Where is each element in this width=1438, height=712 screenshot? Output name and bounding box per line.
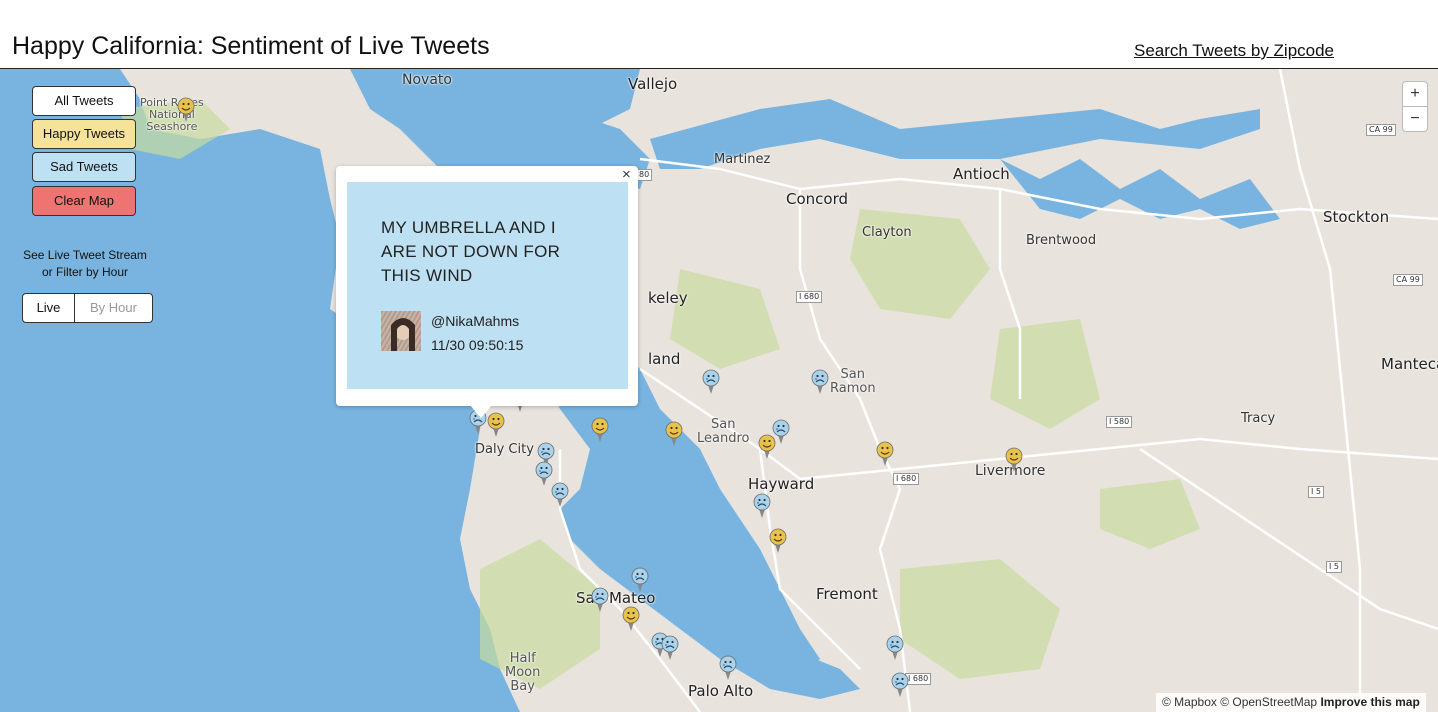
happy-face-marker-icon[interactable] [622,606,640,632]
place-hayward: Hayward [748,475,815,493]
park-area-4 [900,559,1060,679]
tweet-handle: @NikaMahms [431,313,520,329]
happy-face-marker-icon[interactable] [1005,447,1023,473]
place-brentwood: Brentwood [1026,233,1097,248]
place-berkeley: keley [648,289,688,307]
happy-tweets-button[interactable]: Happy Tweets [32,119,136,149]
road-shield-i5: I 5 [1308,486,1324,498]
sad-face-marker-icon[interactable] [811,369,829,395]
place-martinez: Martinez [714,152,771,167]
sad-face-marker-icon[interactable] [551,482,569,508]
road-shield-i680: I 680 [893,473,920,485]
attribution-text: © Mapbox © OpenStreetMap [1162,695,1318,709]
sad-face-marker-icon[interactable] [702,369,720,395]
place-daly-city: Daly City [475,442,534,457]
park-area-2 [670,269,780,369]
search-zipcode-link[interactable]: Search Tweets by Zipcode [1134,41,1334,61]
map-attribution: © Mapbox © OpenStreetMap Improve this ma… [1156,693,1426,712]
sad-face-marker-icon[interactable] [891,672,909,698]
sad-face-marker-icon[interactable] [753,493,771,519]
all-tweets-button[interactable]: All Tweets [32,86,136,116]
sad-face-marker-icon[interactable] [631,567,649,593]
improve-map-link[interactable]: Improve this map [1320,695,1419,709]
sad-face-marker-icon[interactable] [772,419,790,445]
user-avatar [381,311,421,351]
place-novato: Novato [402,72,452,88]
page-header: Happy California: Sentiment of Live Twee… [0,0,1438,69]
zoom-in-button[interactable]: + [1402,81,1428,107]
place-concord: Concord [786,190,849,208]
zoom-out-button[interactable]: − [1402,106,1428,132]
by-hour-toggle-button[interactable]: By Hour [74,293,153,323]
sad-tweets-button[interactable]: Sad Tweets [32,152,136,182]
happy-face-marker-icon[interactable] [665,421,683,447]
page-title: Happy California: Sentiment of Live Twee… [12,32,490,60]
road-shield-i680: I 680 [796,291,823,303]
place-manteca: Manteca [1381,355,1438,373]
place-clayton: Clayton [862,225,912,240]
stream-filter-label: See Live Tweet Stream or Filter by Hour [23,248,147,279]
road-shield-ca99: CA 99 [1393,274,1423,286]
sad-face-marker-icon[interactable] [591,587,609,613]
clear-map-button[interactable]: Clear Map [32,186,136,216]
tweet-timestamp: 11/30 09:50:15 [431,337,524,353]
place-san-leandro: San Leandro [697,417,750,446]
tweet-text: MY UMBRELLA AND I ARE NOT DOWN FOR THIS … [381,218,561,285]
place-palo-alto: Palo Alto [688,682,754,700]
happy-face-marker-icon[interactable] [177,97,195,123]
popup-close-icon[interactable]: × [622,166,631,184]
sad-face-marker-icon[interactable] [719,655,737,681]
road-shield-ca99: CA 99 [1366,124,1396,136]
sad-face-marker-icon[interactable] [661,635,679,661]
park-area-7 [1100,479,1200,549]
place-vallejo: Vallejo [628,75,678,93]
happy-face-marker-icon[interactable] [769,528,787,554]
live-toggle-button[interactable]: Live [22,293,75,323]
place-oakland: land [648,350,681,368]
happy-face-marker-icon[interactable] [876,441,894,467]
place-stockton: Stockton [1323,208,1390,226]
place-fremont: Fremont [816,585,878,603]
road-shield-i5: I 5 [1326,561,1342,573]
place-san-ramon: San Ramon [830,367,876,396]
park-area-3 [990,319,1100,429]
tweet-popup-tip [470,405,492,418]
road-shield-i580: I 580 [1106,416,1133,428]
happy-face-marker-icon[interactable] [591,417,609,443]
sad-face-marker-icon[interactable] [886,635,904,661]
place-half-moon-bay: Half Moon Bay [505,651,541,694]
delta-channels [1000,159,1280,229]
road-shield-partial: 80 [636,169,653,181]
place-tracy: Tracy [1241,411,1276,426]
place-antioch: Antioch [953,165,1010,183]
